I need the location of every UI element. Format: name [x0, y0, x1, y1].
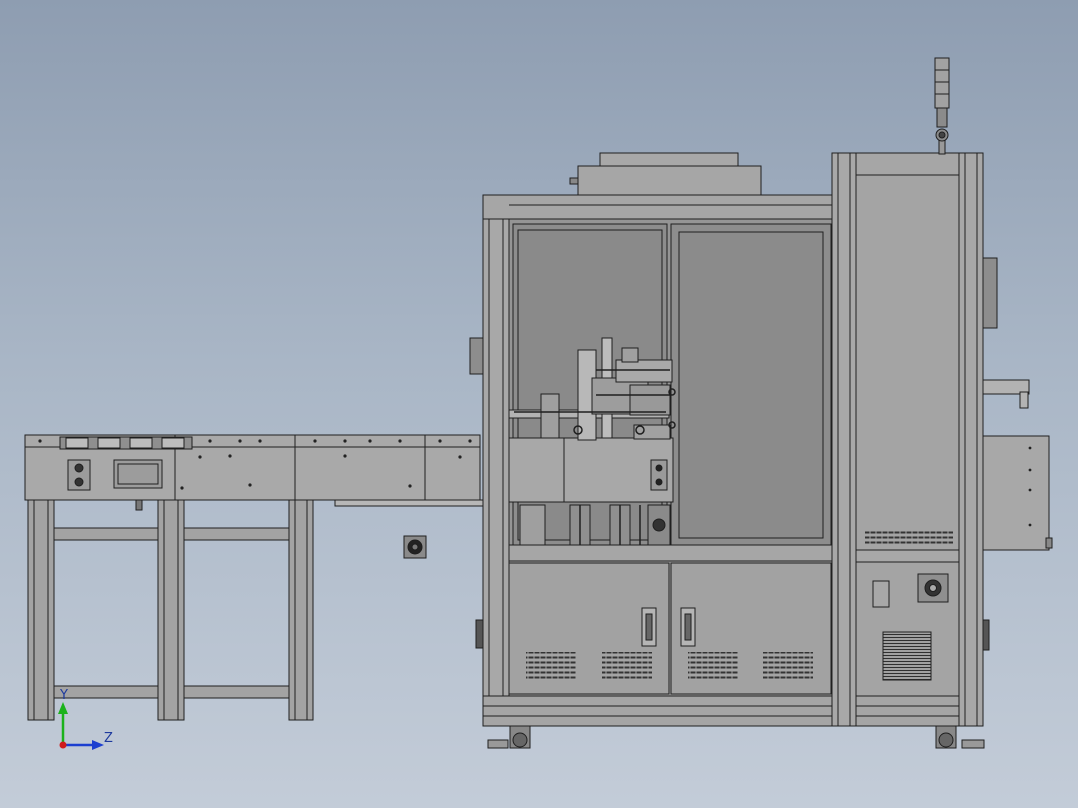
signal-tower — [934, 57, 950, 155]
conveyor-stand — [27, 499, 314, 721]
cad-viewport[interactable]: Y Z — [0, 0, 1078, 808]
z-axis-label: Z — [104, 731, 113, 746]
coordinate-triad — [58, 702, 104, 750]
machine-drawing — [24, 57, 1053, 750]
y-axis-label: Y — [60, 688, 68, 703]
